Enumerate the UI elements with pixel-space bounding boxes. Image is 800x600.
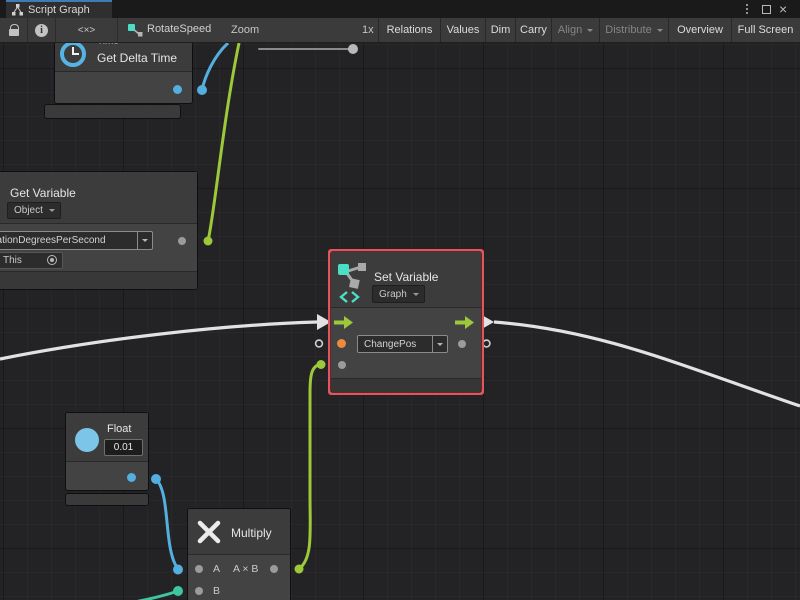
close-button[interactable]: ×	[779, 0, 787, 18]
node-title: Get Variable	[10, 186, 76, 200]
variable-name-field[interactable]: ChangePos	[357, 335, 448, 353]
graph-breadcrumb-icon	[128, 23, 143, 38]
script-graph-window: Time Get Delta Time Get Variable Object …	[0, 0, 800, 600]
zoom-slider-track[interactable]	[258, 48, 350, 50]
clock-icon	[60, 41, 86, 67]
object-picker-icon[interactable]	[47, 255, 57, 265]
ports-toggle-icon: <×>	[78, 25, 96, 36]
node-footer	[331, 378, 481, 392]
float-output-port[interactable]	[127, 473, 136, 482]
align-label: Align	[558, 24, 582, 36]
zoom-slider-knob[interactable]	[348, 44, 358, 54]
zoom-value: 1x	[362, 24, 374, 36]
lock-icon	[9, 29, 19, 36]
graph-breadcrumb[interactable]: RotateSpeed	[147, 23, 211, 35]
close-icon: ×	[779, 1, 787, 17]
node-set-variable[interactable]: Set Variable Graph ChangePos	[331, 252, 481, 392]
node-float[interactable]: Float 0.01	[66, 413, 148, 490]
float-value-input[interactable]: 0.01	[104, 439, 143, 456]
node-multiply[interactable]: Multiply A A × B B	[188, 509, 290, 600]
node-header: Multiply	[188, 509, 290, 555]
value-input-port[interactable]	[338, 361, 346, 369]
full-screen-label: Full Screen	[738, 24, 794, 36]
node-footer-strip	[66, 494, 148, 505]
node-title: Multiply	[231, 526, 272, 540]
input-b-label: B	[213, 585, 220, 597]
variable-name-port[interactable]	[337, 339, 346, 348]
graph-icon	[12, 4, 23, 16]
multiply-output-port[interactable]	[270, 565, 278, 573]
values-button[interactable]: Values	[441, 18, 485, 42]
variable-scope-dropdown[interactable]: Graph	[372, 285, 425, 303]
variable-name-dropdown-button[interactable]	[137, 232, 152, 249]
dim-button[interactable]: Dim	[486, 18, 515, 42]
variable-name-text: ChangePos	[358, 336, 432, 352]
set-variable-output-port[interactable]	[458, 340, 466, 348]
tab-script-graph[interactable]: Script Graph	[6, 0, 112, 18]
graph-toolbar: i <×> RotateSpeed Zoom 1x Relations Valu…	[0, 18, 800, 43]
variable-name-field[interactable]: RotationDegreesPerSecond	[0, 231, 153, 250]
dim-label: Dim	[491, 24, 511, 36]
tab-bar: Script Graph ×	[0, 0, 800, 18]
info-button[interactable]: i	[28, 18, 55, 42]
variable-target-text: This	[3, 255, 22, 266]
overview-button[interactable]: Overview	[669, 18, 731, 42]
variable-name-text: RotationDegreesPerSecond	[0, 232, 137, 249]
node-header: Float 0.01	[66, 413, 148, 462]
node-title: Set Variable	[374, 270, 438, 284]
flow-output-port[interactable]	[455, 316, 474, 329]
set-variable-icon	[337, 262, 367, 304]
zoom-label: Zoom	[231, 24, 259, 36]
ports-toggle-button[interactable]: <×>	[56, 18, 117, 42]
kebab-menu-icon	[746, 8, 748, 10]
float-icon	[75, 428, 99, 452]
node-title: Float	[107, 423, 131, 435]
distribute-label: Distribute	[605, 24, 651, 36]
multiply-icon	[196, 519, 222, 545]
full-screen-button[interactable]: Full Screen	[732, 18, 799, 42]
chevron-down-icon	[657, 29, 663, 35]
distribute-button[interactable]: Distribute	[600, 18, 668, 42]
multiply-input-b-port[interactable]	[195, 587, 203, 595]
window-menu-button[interactable]	[746, 0, 748, 18]
relations-button[interactable]: Relations	[379, 18, 440, 42]
maximize-button[interactable]	[762, 0, 771, 18]
flow-input-port[interactable]	[334, 316, 353, 329]
info-icon: i	[35, 24, 48, 37]
chevron-down-icon	[587, 29, 593, 35]
node-header: Get Variable Object	[0, 172, 197, 224]
node-footer-strip[interactable]	[45, 105, 180, 118]
carry-label: Carry	[520, 24, 547, 36]
get-variable-output-port[interactable]	[178, 237, 186, 245]
overview-label: Overview	[677, 24, 723, 36]
tab-title: Script Graph	[28, 4, 90, 16]
node-footer	[0, 271, 197, 289]
maximize-icon	[762, 5, 771, 14]
node-header: Set Variable Graph	[331, 252, 481, 308]
output-label: A × B	[233, 563, 258, 575]
variable-name-dropdown-button[interactable]	[432, 336, 447, 352]
values-label: Values	[447, 24, 480, 36]
carry-button[interactable]: Carry	[516, 18, 551, 42]
relations-label: Relations	[387, 24, 433, 36]
align-button[interactable]: Align	[552, 18, 599, 42]
node-title: Get Delta Time	[97, 51, 177, 65]
input-a-label: A	[213, 563, 220, 575]
node-get-variable[interactable]: Get Variable Object RotationDegreesPerSe…	[0, 172, 197, 289]
lock-button[interactable]	[0, 18, 27, 42]
delta-time-output-port[interactable]	[173, 85, 182, 94]
variable-scope-dropdown[interactable]: Object	[7, 202, 61, 219]
multiply-input-a-port[interactable]	[195, 565, 203, 573]
